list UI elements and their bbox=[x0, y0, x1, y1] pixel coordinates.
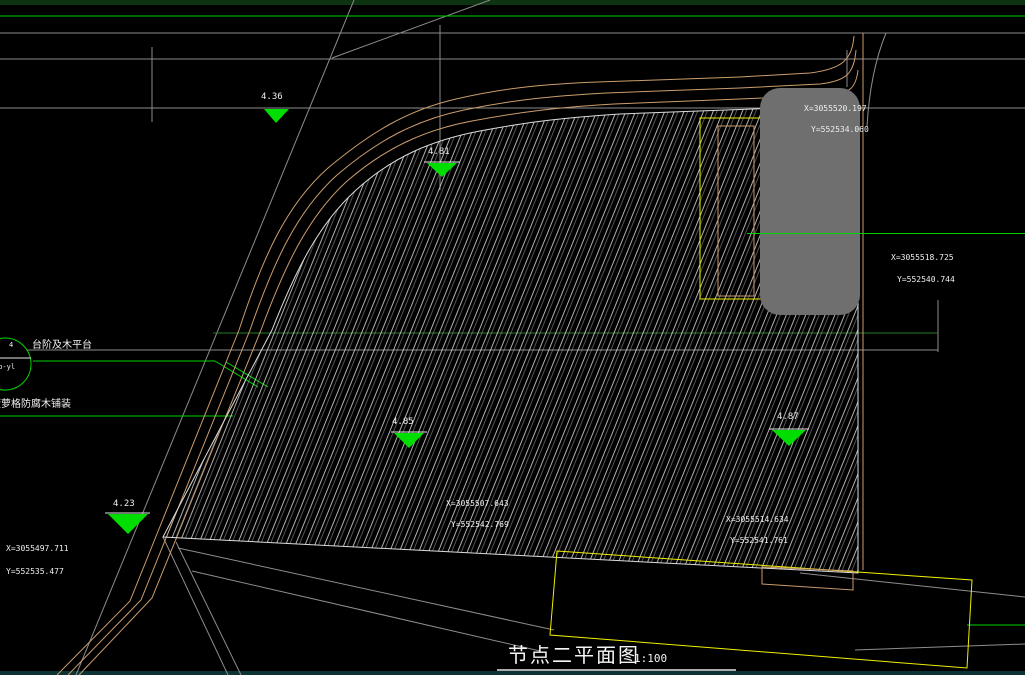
elevation-value: 4.36 bbox=[261, 92, 283, 102]
annotation-wood-paving: 菠萝格防腐木铺装 bbox=[0, 399, 71, 410]
coordinate-label-y: Y=552540.744 bbox=[897, 275, 955, 284]
cad-drawing-canvas[interactable]: X=3055520.197 Y=552534.060 X=3055518.725… bbox=[0, 0, 1025, 675]
step-edge-line bbox=[191, 570, 541, 652]
elevation-value: 4.87 bbox=[777, 412, 799, 422]
coordinate-label-y: Y=552534.060 bbox=[811, 125, 869, 134]
step-edge-line bbox=[162, 536, 229, 675]
coordinate-label-x: X=3055497.711 bbox=[6, 544, 69, 553]
elevation-value: 4.81 bbox=[428, 147, 450, 157]
curb-curve bbox=[866, 32, 887, 128]
drawing-title: 节点二平面图 bbox=[508, 643, 640, 667]
construction-line bbox=[799, 572, 1025, 598]
drawing-linework bbox=[0, 0, 1025, 675]
elevation-triangle bbox=[108, 514, 148, 534]
callout-number: 4 bbox=[9, 341, 14, 349]
elevation-value: 4.85 bbox=[392, 417, 414, 427]
coordinate-label-x: X=3055520.197 bbox=[804, 104, 867, 113]
coordinate-label-x: X=3055514.634 bbox=[726, 515, 789, 524]
elevation-triangle bbox=[264, 109, 289, 123]
step-edge-line bbox=[177, 547, 555, 631]
elevation-value: 4.23 bbox=[113, 499, 135, 509]
construction-line bbox=[854, 643, 1025, 651]
construction-line bbox=[331, 0, 491, 59]
drawing-scale: 1:100 bbox=[634, 652, 668, 665]
coordinate-label-x: X=3055507.643 bbox=[446, 499, 509, 508]
annotation-steps-platform: 台阶及木平台 bbox=[32, 340, 92, 351]
coordinate-label-x: X=3055518.725 bbox=[891, 253, 954, 262]
coordinate-label-y: Y=552542.769 bbox=[451, 520, 509, 529]
building-mass bbox=[760, 88, 860, 315]
coordinate-label-y: Y=552541.761 bbox=[730, 536, 788, 545]
step-edge-line bbox=[175, 541, 242, 675]
callout-ref: Tb-yl bbox=[0, 363, 16, 371]
coordinate-label-y: Y=552535.477 bbox=[6, 567, 64, 576]
